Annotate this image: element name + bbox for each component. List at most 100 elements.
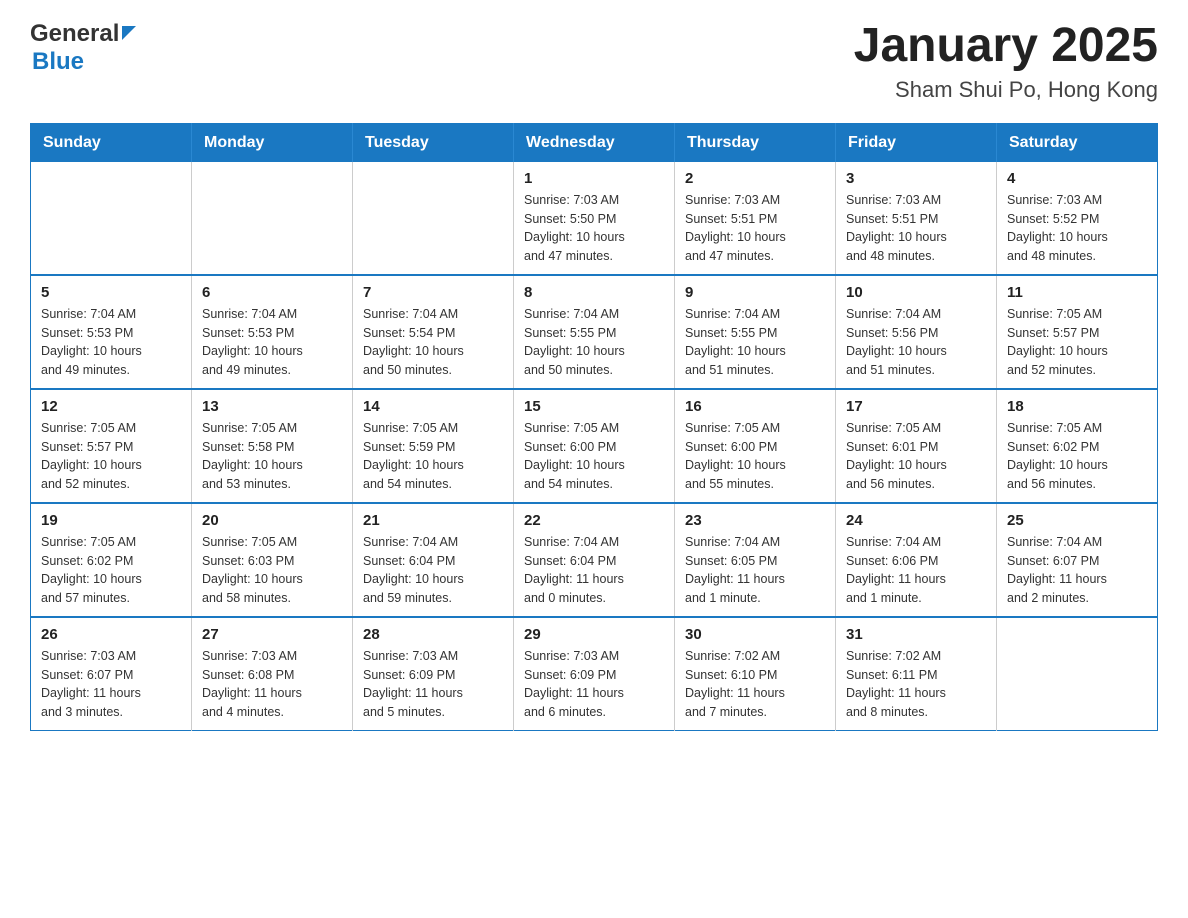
table-row [192, 162, 353, 275]
day-number: 17 [846, 398, 986, 415]
day-info: Sunrise: 7:03 AM Sunset: 6:07 PM Dayligh… [41, 647, 181, 722]
day-info: Sunrise: 7:03 AM Sunset: 5:50 PM Dayligh… [524, 191, 664, 266]
day-number: 20 [202, 512, 342, 529]
day-info: Sunrise: 7:05 AM Sunset: 6:02 PM Dayligh… [1007, 419, 1147, 494]
day-info: Sunrise: 7:04 AM Sunset: 6:07 PM Dayligh… [1007, 533, 1147, 608]
day-number: 3 [846, 170, 986, 187]
table-row: 22 Sunrise: 7:04 AM Sunset: 6:04 PM Dayli… [514, 503, 675, 617]
day-number: 24 [846, 512, 986, 529]
logo: General Blue [30, 20, 136, 76]
day-number: 4 [1007, 170, 1147, 187]
table-row: 16Sunrise: 7:05 AM Sunset: 6:00 PM Dayli… [675, 389, 836, 503]
table-row: 25 Sunrise: 7:04 AM Sunset: 6:07 PM Dayli… [997, 503, 1158, 617]
calendar-week-row: 1 Sunrise: 7:03 AM Sunset: 5:50 PM Daylig… [31, 162, 1158, 275]
table-row: 11Sunrise: 7:05 AM Sunset: 5:57 PM Dayli… [997, 275, 1158, 389]
table-row [997, 617, 1158, 731]
table-row: 26 Sunrise: 7:03 AM Sunset: 6:07 PM Dayli… [31, 617, 192, 731]
table-row: 4 Sunrise: 7:03 AM Sunset: 5:52 PM Daylig… [997, 162, 1158, 275]
table-row: 12 Sunrise: 7:05 AM Sunset: 5:57 PM Dayli… [31, 389, 192, 503]
table-row [353, 162, 514, 275]
day-number: 23 [685, 512, 825, 529]
day-number: 26 [41, 626, 181, 643]
calendar-header-row: Sunday Monday Tuesday Wednesday Thursday… [31, 123, 1158, 162]
header-monday: Monday [192, 123, 353, 162]
header-wednesday: Wednesday [514, 123, 675, 162]
table-row: 7 Sunrise: 7:04 AM Sunset: 5:54 PM Daylig… [353, 275, 514, 389]
day-info: Sunrise: 7:04 AM Sunset: 5:55 PM Dayligh… [524, 305, 664, 380]
header-sunday: Sunday [31, 123, 192, 162]
table-row: 27 Sunrise: 7:03 AM Sunset: 6:08 PM Dayli… [192, 617, 353, 731]
day-number: 5 [41, 284, 181, 301]
day-info: Sunrise: 7:04 AM Sunset: 5:54 PM Dayligh… [363, 305, 503, 380]
header-saturday: Saturday [997, 123, 1158, 162]
day-info: Sunrise: 7:04 AM Sunset: 6:04 PM Dayligh… [524, 533, 664, 608]
table-row: 2Sunrise: 7:03 AM Sunset: 5:51 PM Daylig… [675, 162, 836, 275]
table-row [31, 162, 192, 275]
day-number: 28 [363, 626, 503, 643]
day-info: Sunrise: 7:04 AM Sunset: 6:05 PM Dayligh… [685, 533, 825, 608]
day-number: 14 [363, 398, 503, 415]
day-number: 15 [524, 398, 664, 415]
header-thursday: Thursday [675, 123, 836, 162]
table-row: 9Sunrise: 7:04 AM Sunset: 5:55 PM Daylig… [675, 275, 836, 389]
calendar-week-row: 19Sunrise: 7:05 AM Sunset: 6:02 PM Dayli… [31, 503, 1158, 617]
table-row: 21 Sunrise: 7:04 AM Sunset: 6:04 PM Dayli… [353, 503, 514, 617]
day-info: Sunrise: 7:05 AM Sunset: 6:01 PM Dayligh… [846, 419, 986, 494]
day-info: Sunrise: 7:05 AM Sunset: 6:03 PM Dayligh… [202, 533, 342, 608]
day-info: Sunrise: 7:04 AM Sunset: 5:53 PM Dayligh… [41, 305, 181, 380]
day-info: Sunrise: 7:03 AM Sunset: 6:09 PM Dayligh… [524, 647, 664, 722]
header-friday: Friday [836, 123, 997, 162]
table-row: 6Sunrise: 7:04 AM Sunset: 5:53 PM Daylig… [192, 275, 353, 389]
day-info: Sunrise: 7:03 AM Sunset: 6:09 PM Dayligh… [363, 647, 503, 722]
day-info: Sunrise: 7:03 AM Sunset: 5:52 PM Dayligh… [1007, 191, 1147, 266]
table-row: 31 Sunrise: 7:02 AM Sunset: 6:11 PM Dayli… [836, 617, 997, 731]
calendar-table: Sunday Monday Tuesday Wednesday Thursday… [30, 123, 1158, 731]
logo-blue-text: Blue [32, 48, 84, 76]
table-row: 20 Sunrise: 7:05 AM Sunset: 6:03 PM Dayli… [192, 503, 353, 617]
day-number: 16 [685, 398, 825, 415]
day-info: Sunrise: 7:05 AM Sunset: 5:58 PM Dayligh… [202, 419, 342, 494]
calendar-week-row: 26 Sunrise: 7:03 AM Sunset: 6:07 PM Dayli… [31, 617, 1158, 731]
calendar-title: January 2025 [854, 20, 1158, 73]
day-number: 11 [1007, 284, 1147, 301]
day-number: 9 [685, 284, 825, 301]
day-number: 21 [363, 512, 503, 529]
calendar-week-row: 5 Sunrise: 7:04 AM Sunset: 5:53 PM Daylig… [31, 275, 1158, 389]
day-info: Sunrise: 7:05 AM Sunset: 6:00 PM Dayligh… [524, 419, 664, 494]
table-row: 29Sunrise: 7:03 AM Sunset: 6:09 PM Dayli… [514, 617, 675, 731]
day-info: Sunrise: 7:04 AM Sunset: 5:53 PM Dayligh… [202, 305, 342, 380]
title-section: January 2025 Sham Shui Po, Hong Kong [854, 20, 1158, 103]
day-number: 27 [202, 626, 342, 643]
day-number: 1 [524, 170, 664, 187]
day-number: 8 [524, 284, 664, 301]
day-info: Sunrise: 7:02 AM Sunset: 6:11 PM Dayligh… [846, 647, 986, 722]
calendar-week-row: 12 Sunrise: 7:05 AM Sunset: 5:57 PM Dayli… [31, 389, 1158, 503]
header-tuesday: Tuesday [353, 123, 514, 162]
day-info: Sunrise: 7:03 AM Sunset: 6:08 PM Dayligh… [202, 647, 342, 722]
table-row: 24 Sunrise: 7:04 AM Sunset: 6:06 PM Dayli… [836, 503, 997, 617]
table-row: 18Sunrise: 7:05 AM Sunset: 6:02 PM Dayli… [997, 389, 1158, 503]
day-number: 7 [363, 284, 503, 301]
day-info: Sunrise: 7:04 AM Sunset: 6:06 PM Dayligh… [846, 533, 986, 608]
table-row: 17 Sunrise: 7:05 AM Sunset: 6:01 PM Dayli… [836, 389, 997, 503]
table-row: 14Sunrise: 7:05 AM Sunset: 5:59 PM Dayli… [353, 389, 514, 503]
day-number: 10 [846, 284, 986, 301]
table-row: 3 Sunrise: 7:03 AM Sunset: 5:51 PM Daylig… [836, 162, 997, 275]
logo-triangle-icon [122, 26, 136, 40]
table-row: 28 Sunrise: 7:03 AM Sunset: 6:09 PM Dayli… [353, 617, 514, 731]
day-number: 30 [685, 626, 825, 643]
day-number: 12 [41, 398, 181, 415]
day-info: Sunrise: 7:04 AM Sunset: 5:56 PM Dayligh… [846, 305, 986, 380]
day-number: 31 [846, 626, 986, 643]
day-number: 13 [202, 398, 342, 415]
day-info: Sunrise: 7:04 AM Sunset: 6:04 PM Dayligh… [363, 533, 503, 608]
day-info: Sunrise: 7:05 AM Sunset: 6:02 PM Dayligh… [41, 533, 181, 608]
day-number: 25 [1007, 512, 1147, 529]
table-row: 15 Sunrise: 7:05 AM Sunset: 6:00 PM Dayli… [514, 389, 675, 503]
table-row: 13 Sunrise: 7:05 AM Sunset: 5:58 PM Dayli… [192, 389, 353, 503]
day-info: Sunrise: 7:03 AM Sunset: 5:51 PM Dayligh… [846, 191, 986, 266]
day-number: 22 [524, 512, 664, 529]
calendar-location: Sham Shui Po, Hong Kong [854, 77, 1158, 103]
table-row: 8 Sunrise: 7:04 AM Sunset: 5:55 PM Daylig… [514, 275, 675, 389]
day-info: Sunrise: 7:05 AM Sunset: 5:57 PM Dayligh… [41, 419, 181, 494]
